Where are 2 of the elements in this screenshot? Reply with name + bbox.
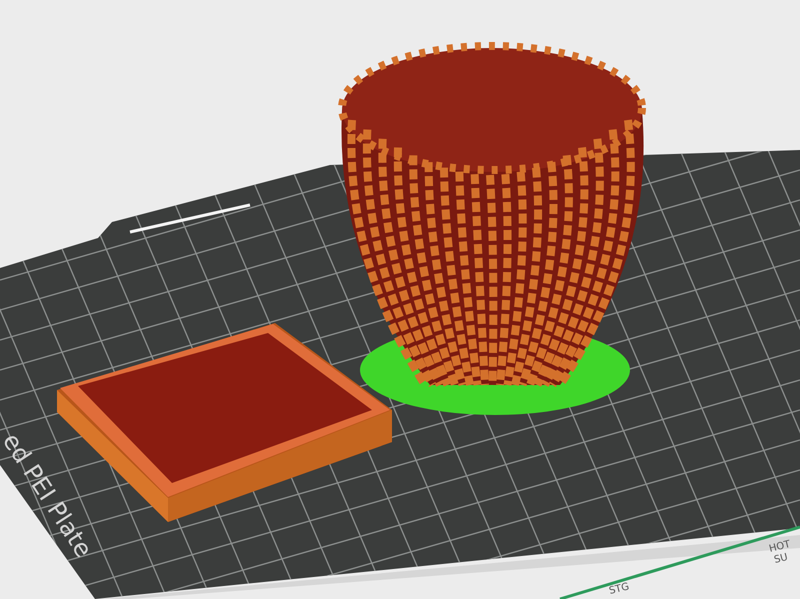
bed-edge-label: STG xyxy=(608,581,630,597)
bed-edge-label: SU xyxy=(773,552,789,566)
